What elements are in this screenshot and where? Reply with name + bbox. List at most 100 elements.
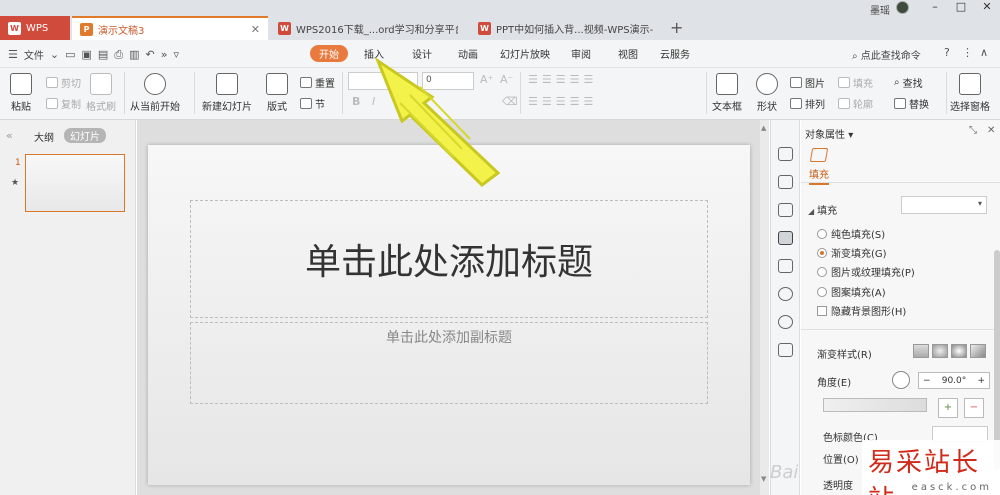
tab-home[interactable]: 开始: [310, 45, 348, 62]
tab-ppt-article[interactable]: W PPT中如何插入背...视频-WPS演示-: [470, 16, 666, 40]
solid-fill-option[interactable]: 纯色填充(S): [817, 226, 885, 241]
chevron-down-icon[interactable]: ⌄: [50, 48, 59, 61]
gradient-rect-icon[interactable]: [951, 344, 967, 358]
file-menu[interactable]: 文件: [24, 47, 44, 62]
archive-icon[interactable]: [778, 259, 793, 273]
play-from-current-button[interactable]: 从当前开始: [130, 73, 180, 113]
user-name[interactable]: 墨瑶: [870, 2, 890, 17]
undo-icon[interactable]: ↶: [146, 48, 155, 61]
shape-effects-icon[interactable]: [778, 203, 793, 217]
hamburger-icon[interactable]: ☰: [8, 48, 18, 61]
export-pdf-icon[interactable]: ▤: [98, 48, 108, 61]
option-label: 图案填充(A): [831, 288, 886, 299]
collapse-pane-icon[interactable]: «: [6, 129, 13, 142]
properties-icon[interactable]: [778, 231, 793, 245]
scroll-up-icon[interactable]: ▲: [761, 124, 766, 132]
angle-dial[interactable]: [892, 371, 910, 389]
selection-pane-button[interactable]: 选择窗格: [950, 73, 990, 113]
picture-fill-option[interactable]: 图片或纹理填充(P): [817, 264, 915, 279]
delete-stop-icon[interactable]: −: [964, 398, 984, 418]
print-icon[interactable]: ⎙: [114, 48, 123, 62]
gradient-radial-icon[interactable]: [932, 344, 948, 358]
radio[interactable]: [817, 266, 827, 277]
align-format-icons[interactable]: ☰☰☰☰☰: [528, 95, 597, 108]
radio[interactable]: [817, 228, 827, 239]
title-placeholder[interactable]: 单击此处添加标题: [190, 200, 708, 318]
tab-wps-download[interactable]: W WPS2016下载_...ord学习和分享平台: [270, 16, 466, 40]
layout-button[interactable]: 版式: [266, 73, 288, 113]
new-slide-button[interactable]: 新建幻灯片: [202, 73, 252, 113]
slide-thumbnail[interactable]: [25, 154, 125, 212]
avatar[interactable]: [896, 1, 909, 14]
close-tab-icon[interactable]: ✕: [251, 23, 260, 36]
help-icon[interactable]: [778, 315, 793, 329]
replace-label: 替换: [909, 100, 929, 111]
picture-button[interactable]: 图片: [790, 75, 825, 90]
gradient-linear-icon[interactable]: [913, 344, 929, 358]
more-icon[interactable]: »: [161, 48, 168, 61]
tab-view[interactable]: 视图: [618, 46, 638, 61]
minus-icon[interactable]: −: [923, 376, 931, 386]
open-folder-icon[interactable]: ▭: [65, 48, 75, 61]
scroll-down-icon[interactable]: ▼: [761, 475, 766, 483]
close-panel-icon[interactable]: ✕: [987, 125, 995, 136]
option-label: 隐藏背景图形(H): [831, 307, 907, 318]
bold-icon[interactable]: B: [352, 95, 360, 108]
copy-shape-icon[interactable]: [778, 175, 793, 189]
minimize-button[interactable]: –: [922, 0, 948, 13]
radio[interactable]: [817, 247, 827, 258]
hide-background-option[interactable]: 隐藏背景图形(H): [817, 303, 906, 318]
gradient-path-icon[interactable]: [970, 344, 986, 358]
command-search[interactable]: ⌕ 点此查找命令: [852, 47, 921, 62]
collapse-ribbon-icon[interactable]: ∧: [980, 46, 988, 59]
replace-button[interactable]: 替换: [894, 96, 929, 111]
tab-wps-home[interactable]: W WPS: [0, 16, 70, 40]
print-preview-icon[interactable]: ▥: [129, 48, 139, 61]
paste-button[interactable]: 粘贴: [10, 73, 32, 113]
tab-slides[interactable]: 幻灯片: [64, 128, 106, 143]
vertical-scrollbar[interactable]: ▲ ▼: [760, 120, 769, 495]
find-button[interactable]: ⌕ 查找: [894, 75, 923, 90]
customize-icon[interactable]: ▿: [173, 48, 179, 61]
fill-type-dropdown[interactable]: ▾: [901, 196, 987, 214]
transparency-label: 透明度: [823, 481, 853, 492]
outline-button[interactable]: 轮廓: [838, 96, 873, 111]
pattern-fill-option[interactable]: 图案填充(A): [817, 284, 886, 299]
panel-title[interactable]: 对象属性 ▾: [805, 126, 853, 141]
history-icon[interactable]: [778, 287, 793, 301]
gradient-stops-bar[interactable]: [823, 398, 927, 412]
copy-button[interactable]: 复制: [46, 96, 81, 111]
fill-section-header[interactable]: ◢ 填充: [808, 202, 837, 217]
help-icon[interactable]: ?: [944, 46, 950, 59]
pin-panel-icon[interactable]: ⤡: [969, 125, 977, 136]
format-painter-button[interactable]: 格式刷: [86, 73, 116, 113]
more-options-icon[interactable]: ⋮: [962, 46, 973, 59]
tab-outline[interactable]: 大纲: [34, 129, 54, 144]
tab-review[interactable]: 审阅: [571, 46, 591, 61]
tab-presentation[interactable]: P 演示文稿3 ✕: [72, 16, 268, 40]
reset-button[interactable]: 重置: [300, 75, 335, 90]
grid-icon[interactable]: [778, 343, 793, 357]
tab-cloud[interactable]: 云服务: [660, 46, 690, 61]
radio[interactable]: [817, 286, 827, 297]
close-window-button[interactable]: ✕: [974, 0, 1000, 13]
arrange-button[interactable]: 排列: [790, 96, 825, 111]
shape-button[interactable]: 形状: [756, 73, 778, 113]
text-box-button[interactable]: 文本框: [712, 73, 742, 113]
section-button[interactable]: 节: [300, 96, 325, 111]
checkbox[interactable]: [817, 305, 827, 316]
cut-button[interactable]: 剪切: [46, 75, 81, 90]
maximize-button[interactable]: □: [948, 0, 974, 13]
gradient-fill-option[interactable]: 渐变填充(G): [817, 245, 887, 260]
add-stop-icon[interactable]: +: [938, 398, 958, 418]
save-icon[interactable]: ▣: [82, 48, 92, 61]
subtitle-placeholder[interactable]: 单击此处添加副标题: [190, 322, 708, 404]
design-icon[interactable]: [778, 147, 793, 161]
fill-section-label: 填充: [817, 206, 838, 217]
angle-stepper[interactable]: − 90.0° +: [918, 372, 990, 389]
new-tab-button[interactable]: +: [670, 18, 683, 37]
list-format-icons[interactable]: ☰☰☰☰☰: [528, 73, 597, 86]
panel-scrollbar[interactable]: [994, 250, 1000, 470]
fill-button[interactable]: 填充: [838, 75, 873, 90]
plus-icon[interactable]: +: [977, 376, 985, 386]
